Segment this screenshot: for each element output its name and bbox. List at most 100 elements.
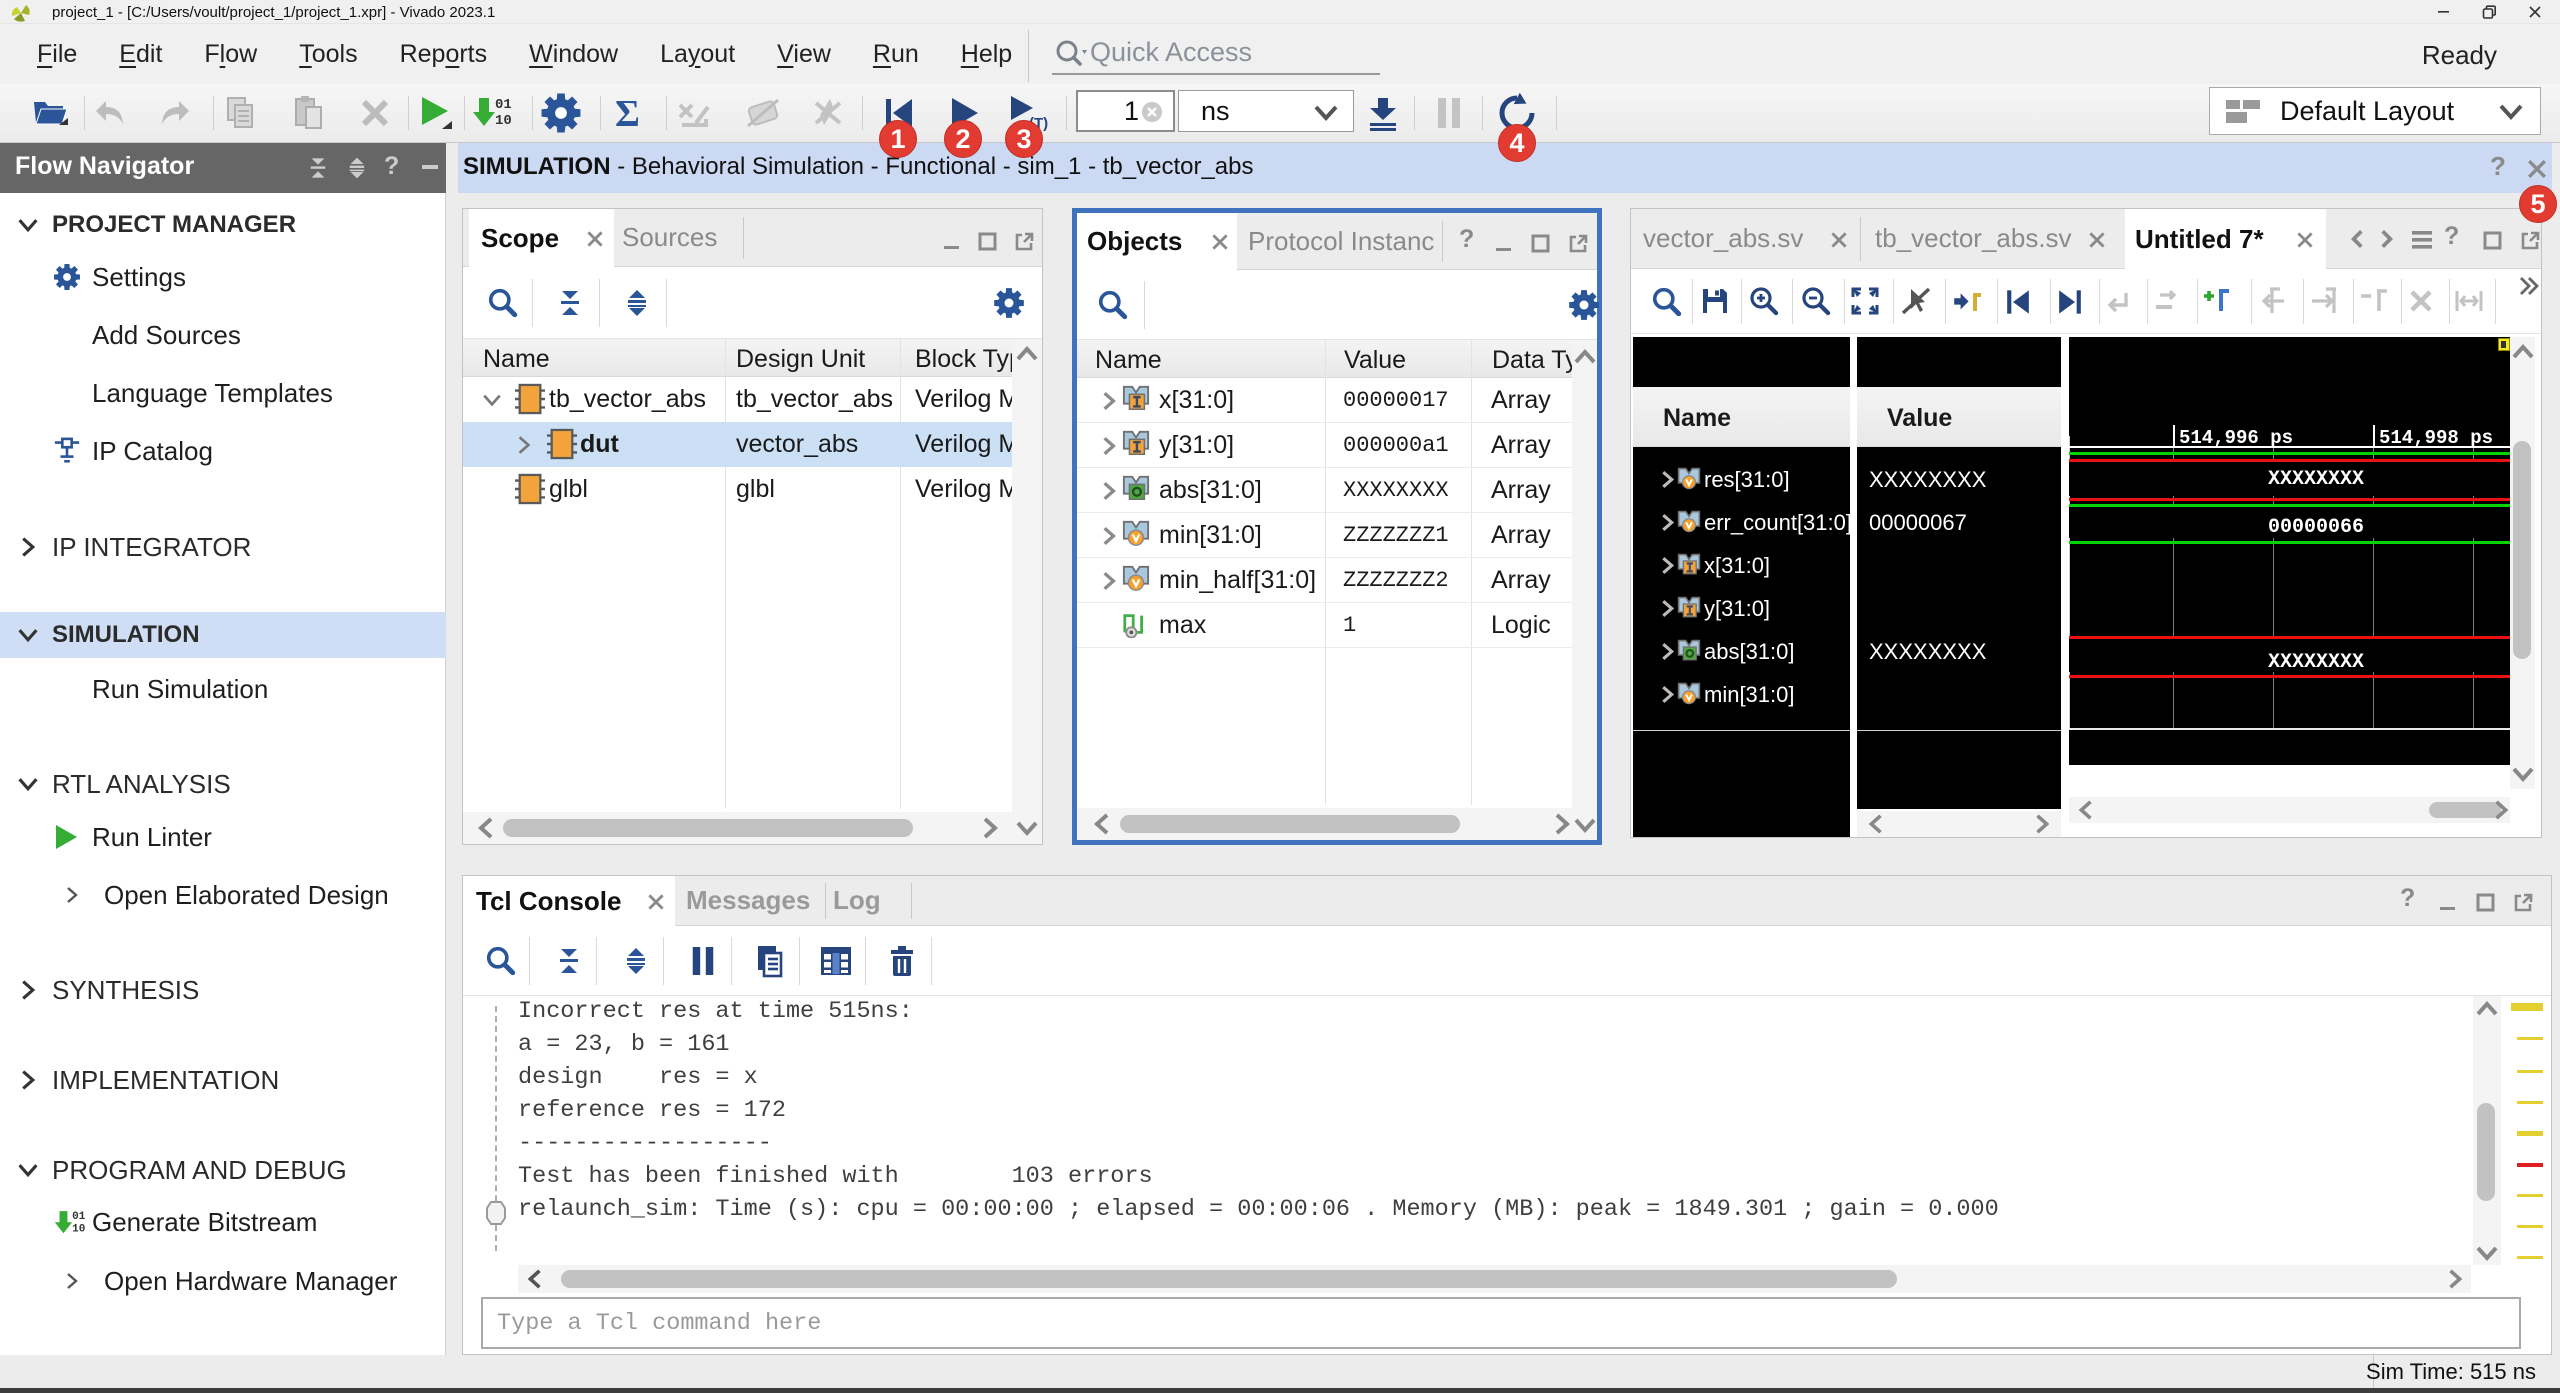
- wave-signal-abs[interactable]: abs[31:0] XXXXXXXX: [1633, 630, 2061, 673]
- show-in-table-icon[interactable]: [819, 945, 853, 977]
- sidebar-section-implementation[interactable]: IMPLEMENTATION: [0, 1057, 446, 1103]
- minimize-icon[interactable]: [2437, 890, 2461, 914]
- conditional-breakpoint-button[interactable]: [740, 90, 786, 136]
- chevron-right-icon[interactable]: [1098, 570, 1120, 592]
- maximize-icon[interactable]: [1529, 231, 1553, 255]
- wave-vertical-scrollbar[interactable]: [2510, 337, 2535, 789]
- time-unit-select[interactable]: ns: [1178, 90, 1354, 132]
- step-button[interactable]: [1360, 90, 1406, 136]
- previous-marker-icon[interactable]: [2256, 285, 2288, 317]
- menu-run[interactable]: Run: [873, 40, 919, 69]
- wave-signal-res[interactable]: res[31:0] XXXXXXXX: [1633, 458, 2061, 501]
- sidebar-section-program-and-debug[interactable]: PROGRAM AND DEBUG: [0, 1147, 446, 1193]
- wave-marker-flag[interactable]: [2498, 338, 2510, 351]
- help-icon[interactable]: ?: [384, 152, 399, 181]
- close-icon[interactable]: [1828, 229, 1850, 251]
- close-icon[interactable]: [584, 228, 606, 250]
- previous-transition-icon[interactable]: [2003, 287, 2033, 317]
- search-icon[interactable]: [1651, 286, 1683, 318]
- wave-signal-y[interactable]: y[31:0]: [1633, 587, 2061, 630]
- maximize-icon[interactable]: [976, 229, 1000, 253]
- chevron-right-icon[interactable]: [1657, 512, 1678, 533]
- remove-marker-icon[interactable]: [2357, 285, 2389, 317]
- generate-bitstream-button[interactable]: 01 10: [468, 90, 514, 136]
- open-project-button[interactable]: [28, 90, 74, 136]
- chevron-right-icon[interactable]: [1657, 684, 1678, 705]
- chevron-right-icon[interactable]: [1098, 435, 1120, 457]
- menu-file[interactable]: File: [37, 40, 77, 69]
- menu-view[interactable]: View: [777, 40, 831, 69]
- objects-vertical-scrollbar[interactable]: [1572, 340, 1597, 840]
- scope-row-glbl[interactable]: glbl glbl Verilog M: [463, 467, 1012, 512]
- sidebar-item-language-templates[interactable]: Language Templates: [0, 371, 446, 415]
- console-horizontal-scrollbar[interactable]: [518, 1265, 2471, 1293]
- copy-button[interactable]: [218, 90, 264, 136]
- pause-output-icon[interactable]: [689, 945, 717, 977]
- menu-flow[interactable]: Flow: [204, 40, 257, 69]
- sidebar-item-ip-catalog[interactable]: IP Catalog: [0, 429, 446, 473]
- search-icon[interactable]: [487, 287, 519, 319]
- sidebar-item-open-elaborated-design[interactable]: Open Elaborated Design: [0, 873, 446, 917]
- float-icon[interactable]: [2511, 890, 2535, 914]
- paste-button[interactable]: [285, 90, 331, 136]
- fit-width-icon[interactable]: [2453, 287, 2485, 315]
- tab-vector-abs-sv[interactable]: vector_abs.sv: [1631, 209, 1858, 268]
- zoom-in-icon[interactable]: [1748, 285, 1780, 317]
- column-header-data-type[interactable]: Data Ty: [1492, 346, 1578, 375]
- redo-button[interactable]: [152, 90, 198, 136]
- collapse-all-icon[interactable]: [306, 156, 330, 180]
- chevron-down-icon[interactable]: [481, 389, 503, 411]
- chevron-right-icon[interactable]: [1657, 555, 1678, 576]
- chevron-right-icon[interactable]: [1657, 469, 1678, 490]
- window-close-button[interactable]: [2512, 0, 2558, 24]
- window-restore-button[interactable]: [2466, 0, 2512, 24]
- tab-scroll-left-icon[interactable]: [2347, 228, 2369, 250]
- menu-window[interactable]: Window: [529, 40, 618, 69]
- sidebar-item-run-simulation[interactable]: Run Simulation: [0, 667, 446, 711]
- copy-icon[interactable]: [753, 944, 787, 980]
- objects-row-x[interactable]: x[31:0] 00000017 Array: [1077, 378, 1572, 423]
- menu-reports[interactable]: Reports: [400, 40, 488, 69]
- next-marker-icon[interactable]: [2308, 285, 2340, 317]
- wave-signal-min[interactable]: min[31:0]: [1633, 673, 2061, 716]
- scope-vertical-scrollbar[interactable]: [1012, 339, 1042, 844]
- tab-messages[interactable]: Messages: [679, 876, 799, 925]
- tab-scroll-right-icon[interactable]: [2375, 228, 2397, 250]
- sidebar-section-project-manager[interactable]: PROJECT MANAGER: [0, 202, 446, 248]
- expand-all-icon[interactable]: [345, 156, 369, 180]
- toolbar-overflow-icon[interactable]: [2517, 275, 2541, 297]
- help-icon[interactable]: ?: [1459, 225, 1474, 254]
- tab-sources[interactable]: Sources: [614, 209, 734, 266]
- sidebar-item-settings[interactable]: Settings: [0, 255, 446, 299]
- sidebar-item-add-sources[interactable]: Add Sources: [0, 313, 446, 357]
- chevron-right-icon[interactable]: [1098, 390, 1120, 412]
- sidebar-section-rtl-analysis[interactable]: RTL ANALYSIS: [0, 761, 446, 807]
- minimize-icon[interactable]: [420, 163, 440, 171]
- scope-horizontal-scrollbar[interactable]: [463, 812, 1012, 844]
- menu-edit[interactable]: Edit: [119, 40, 162, 69]
- expand-all-icon[interactable]: [622, 288, 652, 318]
- delete-button[interactable]: [352, 90, 398, 136]
- layout-selector[interactable]: Default Layout: [2209, 87, 2541, 135]
- undo-button[interactable]: [87, 90, 133, 136]
- delete-icon[interactable]: [2407, 287, 2435, 315]
- clear-time-icon[interactable]: [1140, 100, 1164, 124]
- add-marker-icon[interactable]: [2201, 285, 2235, 317]
- reorder-icon[interactable]: [2152, 287, 2182, 315]
- gear-icon[interactable]: [993, 287, 1025, 319]
- column-header-block-type[interactable]: Block Typ: [915, 345, 1023, 374]
- tab-objects[interactable]: Objects: [1077, 213, 1237, 270]
- search-icon[interactable]: [1097, 289, 1129, 321]
- next-transition-icon[interactable]: [2055, 287, 2085, 317]
- help-icon[interactable]: ?: [2400, 884, 2415, 913]
- column-header-design-unit[interactable]: Design Unit: [736, 345, 865, 374]
- maximize-icon[interactable]: [2474, 890, 2498, 914]
- sidebar-section-simulation[interactable]: SIMULATION: [0, 612, 446, 658]
- clear-breakpoints-button[interactable]: [806, 90, 852, 136]
- objects-row-min-half[interactable]: min_half[31:0] ZZZZZZZ2 Array: [1077, 558, 1572, 603]
- search-icon[interactable]: [485, 945, 517, 977]
- run-button[interactable]: [411, 90, 457, 136]
- collapse-all-icon[interactable]: [555, 288, 585, 318]
- objects-horizontal-scrollbar[interactable]: [1077, 808, 1572, 840]
- tab-protocol-instances[interactable]: Protocol Instanc: [1240, 213, 1436, 269]
